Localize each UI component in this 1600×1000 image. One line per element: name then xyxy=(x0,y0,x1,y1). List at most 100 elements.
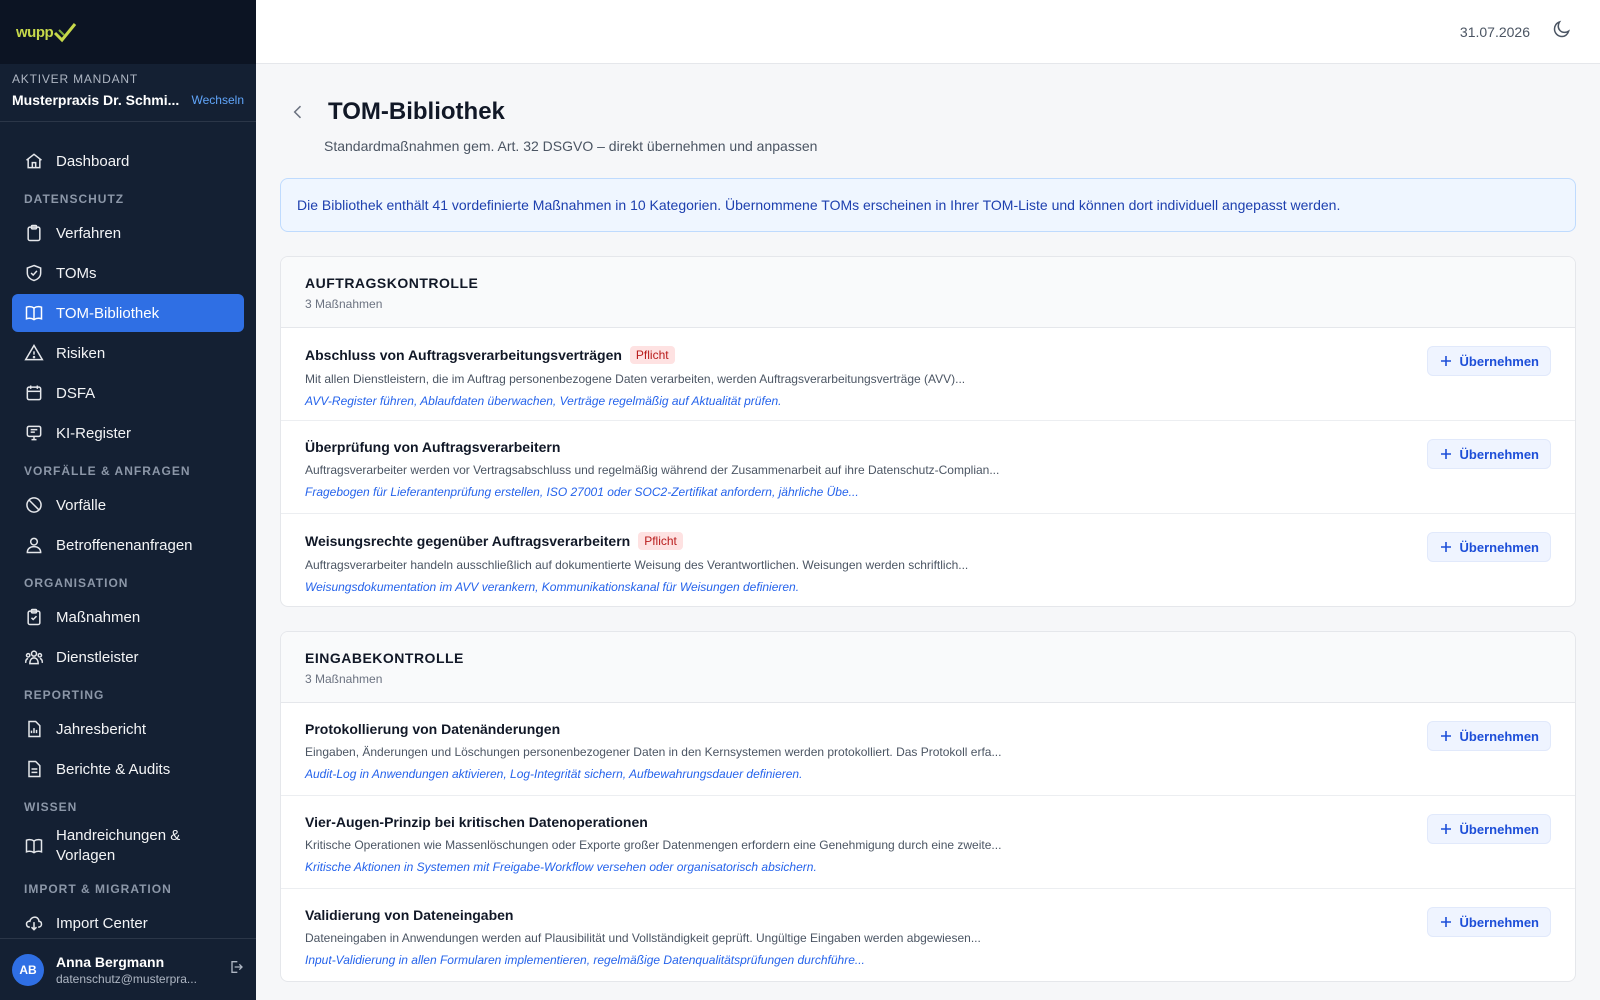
sidebar-item-dsfa[interactable]: DSFA xyxy=(12,374,244,412)
sidebar-item-label: TOMs xyxy=(56,264,97,282)
adopt-button-label: Übernehmen xyxy=(1459,821,1539,837)
info-banner: Die Bibliothek enthält 41 vordefinierte … xyxy=(280,178,1576,232)
info-banner-text: Die Bibliothek enthält 41 vordefinierte … xyxy=(297,197,1341,213)
sidebar-item-verfahren[interactable]: Verfahren xyxy=(12,214,244,252)
plus-icon xyxy=(1440,824,1451,834)
sidebar-item-label: Handreichungen & Vorlagen xyxy=(56,827,181,864)
plus-icon xyxy=(1440,356,1451,366)
ban-icon xyxy=(26,497,42,513)
cloud-download-icon xyxy=(25,916,43,931)
logout-icon[interactable] xyxy=(228,959,244,980)
category-count: 3 Maßnahmen xyxy=(305,297,383,311)
adopt-button[interactable]: Übernehmen xyxy=(1426,814,1551,844)
sidebar-item-berichte-audits[interactable]: Berichte & Audits xyxy=(12,750,244,788)
sidebar-item-jahresbericht[interactable]: Jahresbericht xyxy=(12,710,244,748)
users-icon xyxy=(24,650,44,665)
sidebar-item-label: Jahresbericht xyxy=(56,720,147,738)
plus-icon xyxy=(1440,917,1451,927)
calendar-icon xyxy=(26,385,42,401)
app-logo[interactable]: wupp xyxy=(16,21,77,43)
logo-bar: wupp xyxy=(0,0,256,64)
warning-icon xyxy=(24,344,44,361)
sidebar-item-betroffenenanfragen[interactable]: Betroffenenanfragen xyxy=(12,526,244,564)
sidebar-item-label: Vorfälle xyxy=(56,496,107,514)
nav-section-organisation: ORGANISATION xyxy=(24,576,129,590)
sidebar-item-tom-bibliothek[interactable]: TOM-Bibliothek xyxy=(12,294,244,332)
adopt-button-label: Übernehmen xyxy=(1459,728,1539,744)
measure-description: Auftragsverarbeiter werden vor Vertragsa… xyxy=(305,463,1000,477)
list-item: Abschluss von Auftragsverarbeitungsvertr… xyxy=(281,328,1575,421)
adopt-button[interactable]: Übernehmen xyxy=(1426,907,1551,937)
sidebar-item-massnahmen[interactable]: Maßnahmen xyxy=(12,598,244,636)
sidebar-item-handreichungen[interactable]: Handreichungen & Vorlagen xyxy=(12,822,244,870)
sidebar-item-label: Risiken xyxy=(56,344,106,362)
topbar: 31.07.2026 xyxy=(256,0,1600,64)
monitor-icon xyxy=(26,425,42,441)
clipboard-check-icon xyxy=(27,608,41,626)
nav-section-reporting: REPORTING xyxy=(24,688,105,702)
list-item: Validierung von Dateneingaben Dateneinga… xyxy=(281,889,1575,981)
sidebar-item-label: Maßnahmen xyxy=(56,608,141,626)
main-content: TOM-Bibliothek Standardmaßnahmen gem. Ar… xyxy=(256,64,1600,1000)
measure-hint: Weisungsdokumentation im AVV verankern, … xyxy=(305,580,800,594)
mandant-name: Musterpraxis Dr. Schmi... xyxy=(12,92,180,108)
category-title: EINGABEKONTROLLE xyxy=(305,650,464,666)
pflicht-badge: Pflicht xyxy=(629,346,675,364)
nav-section-datenschutz: DATENSCHUTZ xyxy=(24,192,125,206)
plus-icon xyxy=(1440,542,1451,552)
adopt-button[interactable]: Übernehmen xyxy=(1426,346,1551,376)
sidebar-item-dashboard[interactable]: Dashboard xyxy=(12,142,244,180)
sidebar-item-label: Dienstleister xyxy=(56,648,139,666)
document-icon xyxy=(28,760,41,778)
measure-hint: Input-Validierung in allen Formularen im… xyxy=(305,953,865,967)
adopt-button[interactable]: Übernehmen xyxy=(1426,439,1551,469)
sidebar-item-ki-register[interactable]: KI-Register xyxy=(12,414,244,452)
list-item: Weisungsrechte gegenüber Auftragsverarbe… xyxy=(281,514,1575,606)
measure-description: Auftragsverarbeiter handeln ausschließli… xyxy=(305,558,969,572)
adopt-button-label: Übernehmen xyxy=(1459,539,1539,555)
sidebar-item-label: Dashboard xyxy=(56,152,130,170)
measure-description: Eingaben, Änderungen und Löschungen pers… xyxy=(305,745,1002,759)
page-title: TOM-Bibliothek xyxy=(328,98,505,125)
user-name: Anna Bergmann xyxy=(56,953,165,970)
sidebar-item-risiken[interactable]: Risiken xyxy=(12,334,244,372)
list-item: Überprüfung von Auftragsverarbeitern Auf… xyxy=(281,421,1575,514)
nav-section-vorfaelle: VORFÄLLE & ANFRAGEN xyxy=(24,464,191,478)
sidebar-nav: Dashboard DATENSCHUTZ Verfahren TOMs TOM… xyxy=(0,122,256,956)
plus-icon xyxy=(1440,449,1451,459)
measure-title: Weisungsrechte gegenüber Auftragsverarbe… xyxy=(305,533,631,549)
page-header: TOM-Bibliothek Standardmaßnahmen gem. Ar… xyxy=(280,98,1576,154)
adopt-button-label: Übernehmen xyxy=(1459,446,1539,462)
sidebar-item-label: Betroffenenanfragen xyxy=(56,536,193,554)
user-icon xyxy=(26,537,42,554)
sidebar-item-vorfaelle[interactable]: Vorfälle xyxy=(12,486,244,524)
adopt-button[interactable]: Übernehmen xyxy=(1426,532,1551,562)
sidebar-item-label: Import Center xyxy=(56,914,148,932)
sidebar-item-label: Berichte & Audits xyxy=(56,760,171,778)
sidebar-item-label: Verfahren xyxy=(56,224,122,242)
book-open-icon xyxy=(25,305,43,321)
adopt-button-label: Übernehmen xyxy=(1459,914,1539,930)
measure-hint: AVV-Register führen, Ablaufdaten überwac… xyxy=(305,394,782,408)
nav-section-wissen: WISSEN xyxy=(24,800,78,814)
measure-description: Dateneingaben in Anwendungen werden auf … xyxy=(305,931,981,945)
measure-title: Überprüfung von Auftragsverarbeitern xyxy=(305,439,561,455)
moon-icon[interactable] xyxy=(1552,19,1572,44)
avatar[interactable]: AB xyxy=(12,953,44,986)
measure-hint: Kritische Aktionen in Systemen mit Freig… xyxy=(305,860,817,874)
clipboard-icon xyxy=(27,224,41,242)
sidebar: wupp AKTIVER MANDANT Musterpraxis Dr. Sc… xyxy=(0,0,256,1000)
chart-file-icon xyxy=(28,720,41,738)
adopt-button[interactable]: Übernehmen xyxy=(1426,721,1551,751)
back-chevron-icon[interactable] xyxy=(288,98,308,127)
sidebar-item-toms[interactable]: TOMs xyxy=(12,254,244,292)
home-icon xyxy=(26,153,42,169)
sidebar-item-dienstleister[interactable]: Dienstleister xyxy=(12,638,244,676)
category-header: EINGABEKONTROLLE 3 Maßnahmen xyxy=(281,632,1575,703)
measure-title: Abschluss von Auftragsverarbeitungsvertr… xyxy=(305,347,622,363)
mandant-switch-link[interactable]: Wechseln xyxy=(192,93,244,107)
sidebar-item-import-center[interactable]: Import Center xyxy=(12,904,244,942)
adopt-button-label: Übernehmen xyxy=(1459,353,1539,369)
user-bar: AB Anna Bergmann datenschutz@musterpra..… xyxy=(0,938,256,1000)
category-title: AUFTRAGSKONTROLLE xyxy=(305,275,479,291)
